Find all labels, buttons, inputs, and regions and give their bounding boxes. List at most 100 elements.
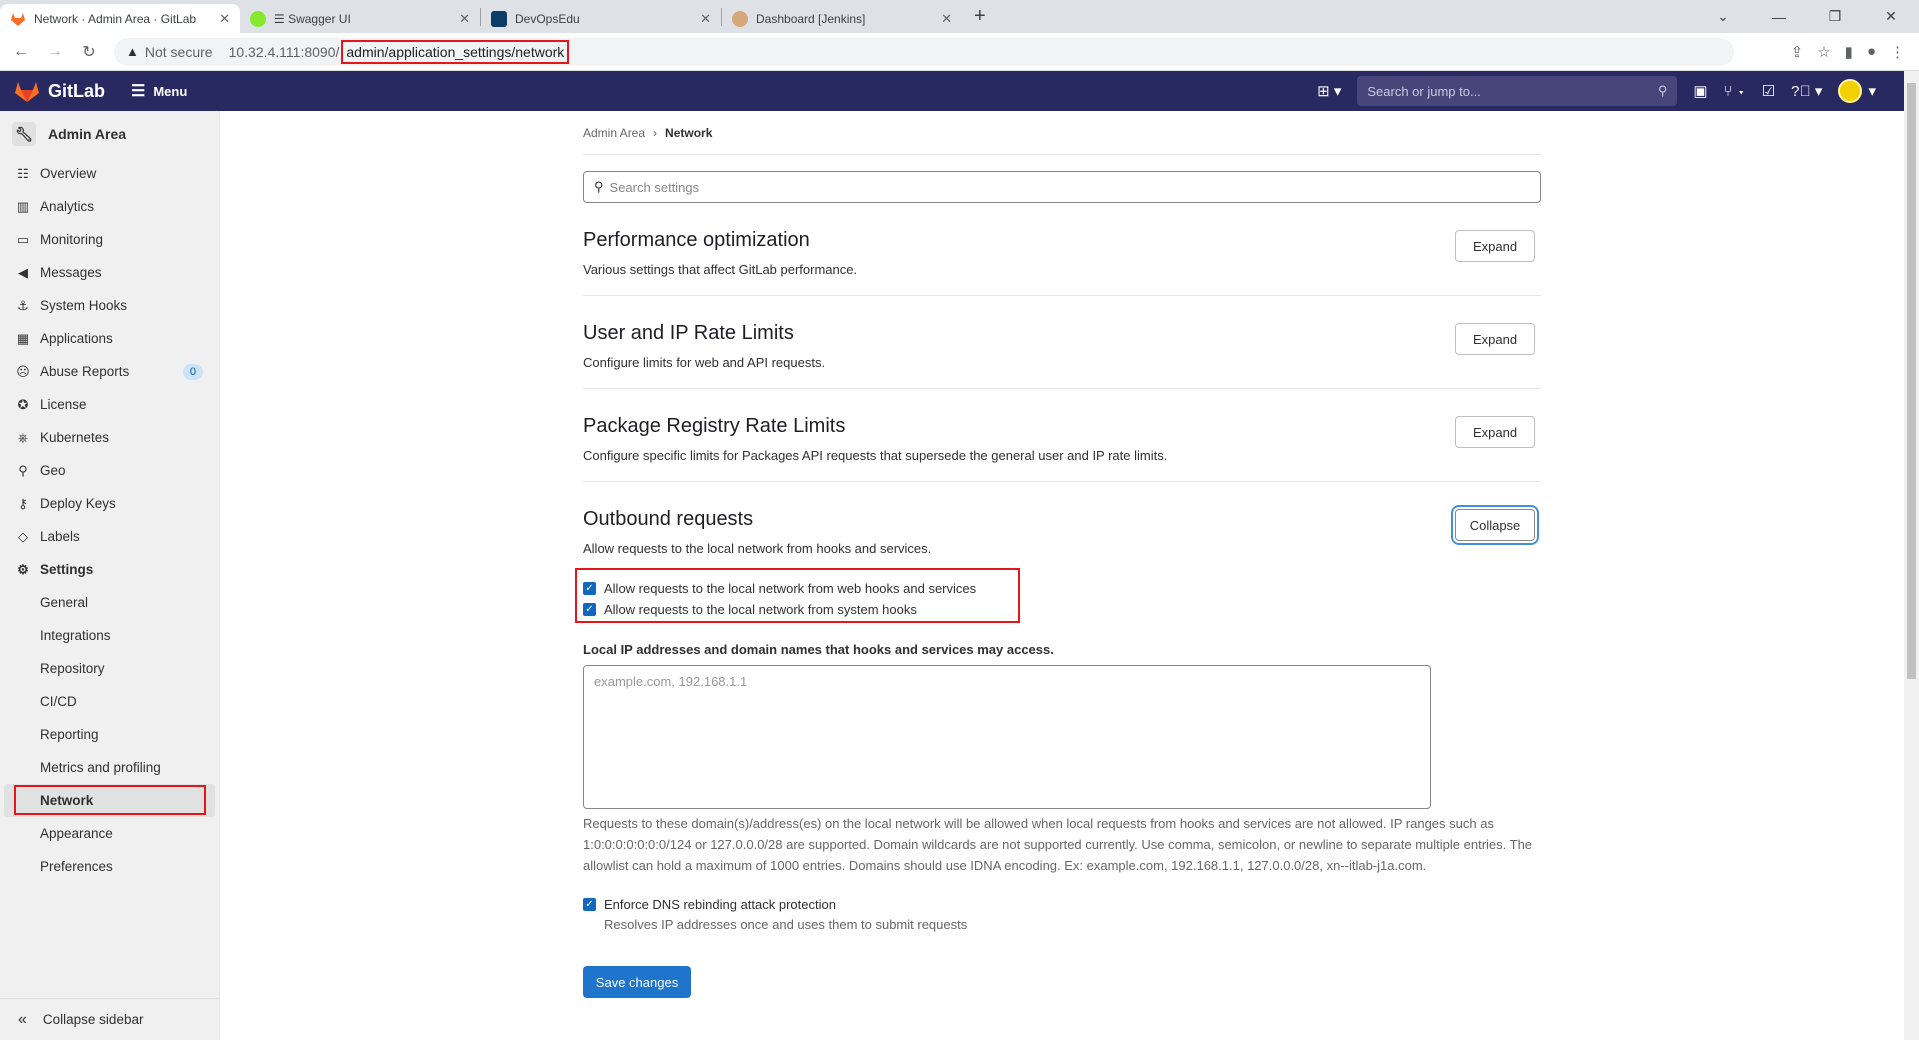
sidebar-item-messages[interactable]: ◀ Messages bbox=[0, 256, 219, 289]
brand-name: GitLab bbox=[48, 80, 105, 101]
highlight-box bbox=[14, 785, 206, 815]
expand-button[interactable]: Expand bbox=[1455, 416, 1535, 448]
save-changes-button[interactable]: Save changes bbox=[583, 966, 691, 998]
todos-icon[interactable]: ☑ bbox=[1762, 82, 1775, 100]
gitlab-logo-icon bbox=[15, 82, 39, 102]
browser-tab-jenkins[interactable]: Dashboard [Jenkins] ✕ bbox=[722, 4, 962, 33]
sidebar-item-system-hooks[interactable]: ⚓︎ System Hooks bbox=[0, 289, 219, 322]
reload-icon[interactable]: ↻ bbox=[76, 42, 102, 62]
help-icon[interactable]: ?⃝ ▾ bbox=[1791, 82, 1822, 100]
sidebar-item-analytics[interactable]: ▥ Analytics bbox=[0, 190, 219, 223]
sidebar-item-labels[interactable]: ◇ Labels bbox=[0, 520, 219, 553]
browser-actions: ⇪ ☆ ▮ ● ⋮ bbox=[1791, 43, 1919, 61]
close-tab-icon[interactable]: ✕ bbox=[459, 11, 470, 27]
local-network-checkboxes: ✓ Allow requests to the local network fr… bbox=[575, 568, 1541, 626]
tab-title: DevOpsEdu bbox=[515, 11, 580, 26]
sidebar-item-overview[interactable]: ☷ Overview bbox=[0, 157, 219, 190]
sidebar-subitem-reporting[interactable]: Reporting bbox=[0, 718, 219, 751]
profile-icon[interactable]: ● bbox=[1867, 43, 1876, 61]
applications-icon: ▦ bbox=[16, 330, 30, 346]
breadcrumb-admin-area[interactable]: Admin Area bbox=[583, 126, 645, 140]
sidebar-item-label: Deploy Keys bbox=[40, 496, 116, 511]
sidebar-item-monitoring[interactable]: ▭ Monitoring bbox=[0, 223, 219, 256]
share-icon[interactable]: ⇪ bbox=[1791, 43, 1804, 61]
sidebar-subitem-repository[interactable]: Repository bbox=[0, 652, 219, 685]
sidebar-subitem-metrics[interactable]: Metrics and profiling bbox=[0, 751, 219, 784]
sidebar-item-label: Monitoring bbox=[40, 232, 104, 247]
sidebar-item-abuse-reports[interactable]: ☹ Abuse Reports 0 bbox=[0, 355, 219, 388]
collapse-button[interactable]: Collapse bbox=[1455, 509, 1535, 541]
search-settings-input[interactable]: ⚲ Search settings bbox=[583, 171, 1541, 203]
location-icon: ⚲ bbox=[18, 462, 28, 478]
minimize-icon[interactable]: — bbox=[1751, 9, 1807, 25]
search-icon: ⚲ bbox=[594, 179, 604, 194]
navbar-right: ⊞ ▾ Search or jump to... ⚲ ▣ ⑂ ▾ ☑ ?⃝ ▾ … bbox=[1317, 76, 1904, 106]
chart-icon: ▥ bbox=[16, 198, 30, 214]
sidebar-item-applications[interactable]: ▦ Applications bbox=[0, 322, 219, 355]
forward-icon[interactable]: → bbox=[42, 43, 68, 61]
sidebar-subitem-ci-cd[interactable]: CI/CD bbox=[0, 685, 219, 718]
create-new-icon[interactable]: ⊞ ▾ bbox=[1317, 82, 1341, 100]
merge-requests-icon[interactable]: ⑂ ▾ bbox=[1724, 83, 1746, 100]
jenkins-favicon-icon bbox=[732, 10, 748, 27]
search-placeholder: Search or jump to... bbox=[1367, 83, 1481, 99]
url-path: admin/application_settings/network bbox=[341, 39, 570, 64]
sidebar-subitem-appearance[interactable]: Appearance bbox=[0, 817, 219, 850]
restore-icon[interactable]: ❐ bbox=[1807, 8, 1863, 25]
breadcrumb-current[interactable]: Network bbox=[665, 126, 712, 140]
dns-help: Resolves IP addresses once and uses them… bbox=[604, 917, 968, 932]
expand-button[interactable]: Expand bbox=[1455, 230, 1535, 262]
global-search-input[interactable]: Search or jump to... ⚲ bbox=[1357, 76, 1678, 106]
checkbox-checked-icon[interactable]: ✓ bbox=[583, 898, 596, 911]
side-panel-icon[interactable]: ▮ bbox=[1845, 43, 1853, 61]
sidebar-item-kubernetes[interactable]: ⎈ Kubernetes bbox=[0, 421, 219, 454]
page-scrollbar[interactable] bbox=[1904, 71, 1919, 1040]
browser-tab-devopsedu[interactable]: DevOpsEdu ✕ bbox=[481, 4, 721, 33]
admin-sidebar: 🔧︎ Admin Area ☷ Overview ▥ Analytics ▭ Moni… bbox=[0, 111, 220, 1040]
dns-rebinding-option: ✓ Enforce DNS rebinding attack protectio… bbox=[583, 894, 1541, 932]
sidebar-item-deploy-keys[interactable]: ⚷ Deploy Keys bbox=[0, 487, 219, 520]
back-icon[interactable]: ← bbox=[8, 43, 34, 61]
allowlist-textarea[interactable]: example.com, 192.168.1.1 bbox=[583, 665, 1431, 809]
sidebar-item-settings[interactable]: ⚙ Settings bbox=[0, 553, 219, 586]
browser-address-bar: ← → ↻ ▲ Not secure 10.32.4.111:8090/ adm… bbox=[0, 33, 1919, 71]
sidebar-item-label: Kubernetes bbox=[40, 430, 110, 445]
menu-button[interactable]: ☰ Menu bbox=[131, 81, 187, 101]
new-tab-icon[interactable]: + bbox=[962, 5, 998, 28]
sidebar-item-label: License bbox=[40, 397, 87, 412]
section-description: Configure limits for web and API request… bbox=[583, 355, 826, 370]
sidebar-subitem-general[interactable]: General bbox=[0, 586, 219, 619]
dns-rebinding-checkbox[interactable]: ✓ Enforce DNS rebinding attack protectio… bbox=[583, 894, 1541, 915]
admin-wrench-icon: 🔧︎ bbox=[12, 122, 36, 146]
kubernetes-icon: ⎈ bbox=[17, 429, 29, 445]
sidebar-item-label: Labels bbox=[40, 529, 80, 544]
sidebar-header[interactable]: 🔧︎ Admin Area bbox=[0, 111, 219, 157]
gitlab-home-link[interactable]: GitLab bbox=[14, 79, 105, 103]
sidebar-subitem-preferences[interactable]: Preferences bbox=[0, 850, 219, 883]
browser-tab-swagger[interactable]: ☰ Swagger UI ✕ bbox=[240, 4, 480, 33]
issues-icon[interactable]: ▣ bbox=[1693, 82, 1707, 100]
browser-menu-icon[interactable]: ⋮ bbox=[1890, 43, 1905, 61]
url-field[interactable]: ▲ Not secure 10.32.4.111:8090/ admin/app… bbox=[114, 37, 1734, 66]
bookmark-star-icon[interactable]: ☆ bbox=[1817, 43, 1830, 61]
sidebar-subitem-network[interactable]: Network bbox=[4, 784, 215, 817]
sidebar-item-label: Overview bbox=[40, 166, 97, 181]
user-menu[interactable]: ▾ bbox=[1838, 79, 1876, 103]
scrollbar-thumb[interactable] bbox=[1907, 83, 1916, 679]
collapse-sidebar-button[interactable]: « Collapse sidebar bbox=[0, 998, 219, 1040]
window-controls: ⌄ — ❐ ✕ bbox=[1695, 0, 1919, 33]
sidebar-item-geo[interactable]: ⚲ Geo bbox=[0, 454, 219, 487]
sidebar-subitem-integrations[interactable]: Integrations bbox=[0, 619, 219, 652]
checkbox-label: Enforce DNS rebinding attack protection bbox=[604, 897, 836, 912]
close-tab-icon[interactable]: ✕ bbox=[941, 11, 952, 27]
allowlist-label: Local IP addresses and domain names that… bbox=[583, 642, 1054, 657]
sidebar-item-label: Geo bbox=[40, 463, 66, 478]
sidebar-item-license[interactable]: ✪ License bbox=[0, 388, 219, 421]
close-tab-icon[interactable]: ✕ bbox=[700, 11, 711, 27]
expand-button[interactable]: Expand bbox=[1455, 323, 1535, 355]
close-tab-icon[interactable]: ✕ bbox=[219, 11, 230, 27]
tab-search-icon[interactable]: ⌄ bbox=[1695, 8, 1751, 25]
browser-tab-gitlab[interactable]: Network · Admin Area · GitLab ✕ bbox=[0, 4, 240, 33]
allowlist-help: Requests to these domain(s)/address(es) … bbox=[583, 816, 1533, 873]
close-window-icon[interactable]: ✕ bbox=[1863, 8, 1919, 25]
